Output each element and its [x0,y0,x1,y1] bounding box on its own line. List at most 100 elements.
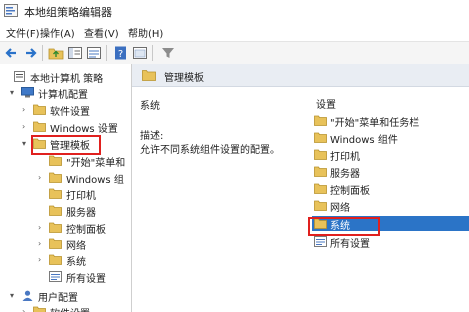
title-bar: 本地组策略编辑器 [0,0,469,22]
settings-list-item[interactable]: 网络 [312,198,469,214]
expand-arrow-icon[interactable]: › [22,105,30,114]
tree-node-label: 计算机配置 [38,90,88,101]
annotation-box [31,135,101,155]
help-icon[interactable]: ? [113,45,129,61]
folder-icon [314,183,327,194]
settings-list-item[interactable]: Windows 组件 [312,130,469,146]
folder-icon [142,70,156,81]
collapse-arrow-icon[interactable]: ▾ [10,88,18,97]
collapse-arrow-icon[interactable]: ▾ [22,139,30,148]
toolbar-separator [42,45,43,61]
collapse-arrow-icon[interactable]: ▾ [10,291,18,300]
export-list-icon[interactable] [86,45,102,61]
expand-arrow-icon [38,189,46,197]
tree-node-label: 用户配置 [38,293,78,304]
folder-icon [49,172,62,183]
settings-list-item-label: 网络 [330,203,350,214]
folder-icon [33,121,46,132]
description-label: 描述: [140,131,164,142]
svg-text:?: ? [118,49,123,60]
settings-list-item-label: 控制面板 [330,186,370,197]
selected-title: 系统 [140,101,160,112]
menu-view[interactable]: 查看(V) [84,25,119,40]
folder-icon [49,238,62,249]
expand-arrow-icon [38,206,46,214]
toolbar: ? [0,41,469,65]
tree-node[interactable]: 本地计算机 策略 [0,69,131,85]
details-header: 管理模板 [132,64,469,87]
toolbar-separator [106,45,107,61]
window-title: 本地组策略编辑器 [24,6,112,19]
expand-arrow-icon [38,272,46,280]
tree-node[interactable]: › Windows 组 [0,170,131,186]
filter-icon[interactable] [160,45,176,61]
tree-node[interactable]: ▾ 计算机配置 [0,85,131,101]
settings-list-icon [49,271,62,282]
tree-node[interactable]: 打印机 [0,186,131,202]
details-header-title: 管理模板 [164,73,204,84]
folder-icon [33,306,46,312]
policy-editor-icon [4,4,18,17]
tree-node[interactable]: › 软件设置 [0,102,131,118]
settings-list-item-label: Windows 组件 [330,135,398,146]
folder-icon [314,166,327,177]
tree-node-label: 本地计算机 策略 [30,74,104,85]
back-icon[interactable] [4,45,20,61]
settings-list-item-label: 服务器 [330,169,360,180]
annotation-box [308,217,380,236]
details-pane: 管理模板 系统 描述: 允许不同系统组件设置的配置。 设置 "开始"菜单和任务栏… [132,64,469,312]
tree-node-label: 软件设置 [50,305,90,312]
expand-arrow-icon[interactable]: › [38,223,46,232]
user-icon [21,290,34,301]
tree-node[interactable]: 服务器 [0,203,131,219]
toolbar-separator [152,45,153,61]
settings-list-item[interactable]: 所有设置 [312,234,469,250]
description-text: 允许不同系统组件设置的配置。 [140,145,280,156]
tree-node[interactable]: › 控制面板 [0,220,131,236]
tree-node[interactable]: › 软件设置 [0,304,131,312]
tree-node-label: 软件设置 [50,107,90,118]
expand-arrow-icon[interactable]: › [38,239,46,248]
tree-pane: 本地计算机 策略 ▾ 计算机配置 › 软件设置 › Windows 设置 ▾ 管理模板 "开始"菜… [0,64,132,312]
tree-node[interactable]: 所有设置 [0,269,131,285]
tree-node[interactable]: › 网络 [0,236,131,252]
tree-node[interactable]: › 系统 [0,252,131,268]
settings-list-item-label: "开始"菜单和任务栏 [330,118,420,129]
properties-icon[interactable] [132,45,148,61]
menu-bar: 文件(F) 操作(A) 查看(V) 帮助(H) [0,22,469,40]
folder-icon [314,115,327,126]
expand-arrow-icon[interactable]: › [22,307,30,312]
settings-list-item[interactable]: 控制面板 [312,181,469,197]
menu-action[interactable]: 操作(A) [40,25,75,40]
expand-arrow-icon[interactable]: › [38,173,46,182]
menu-file[interactable]: 文件(F) [6,25,40,40]
tree-node-label: 网络 [66,241,86,252]
folder-icon [33,104,46,115]
tree-node[interactable]: ▾ 用户配置 [0,288,131,304]
show-hide-tree-icon[interactable] [67,45,83,61]
expand-arrow-icon [2,72,10,80]
settings-list-item-label: 打印机 [330,152,360,163]
tree-node-label: 服务器 [66,208,96,219]
tree-node-label: "开始"菜单和 [66,158,126,169]
settings-list-item[interactable]: 打印机 [312,147,469,163]
forward-icon[interactable] [22,45,38,61]
tree-node[interactable]: "开始"菜单和 [0,153,131,169]
folder-icon [49,155,62,166]
menu-help[interactable]: 帮助(H) [128,25,163,40]
settings-list-item[interactable]: "开始"菜单和任务栏 [312,113,469,129]
settings-list-item[interactable]: 服务器 [312,164,469,180]
expand-arrow-icon[interactable]: › [38,255,46,264]
up-folder-icon[interactable] [48,45,64,61]
column-header-settings[interactable]: 设置 [316,96,336,111]
tree-node-label: 所有设置 [66,274,106,285]
folder-icon [49,188,62,199]
tree-node-label: 系统 [66,257,86,268]
folder-icon [49,222,62,233]
expand-arrow-icon[interactable]: › [22,122,30,131]
expand-arrow-icon [38,156,46,164]
folder-icon [49,254,62,265]
tree-node-label: 打印机 [66,191,96,202]
policy-icon [13,71,26,82]
tree-node[interactable]: › Windows 设置 [0,119,131,135]
